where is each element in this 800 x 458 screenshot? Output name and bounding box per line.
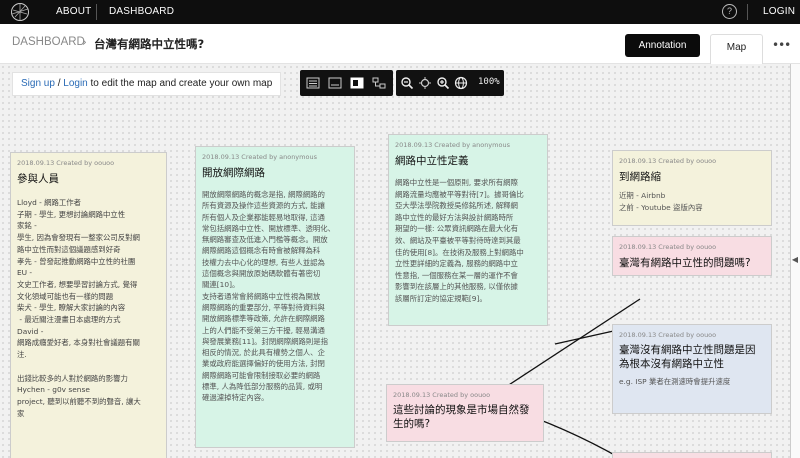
more-icon[interactable]: •••: [772, 38, 791, 52]
card-market-question[interactable]: 2018.09.13 Created by oouoo 這些討論的現象是市場自然…: [386, 384, 544, 442]
globe-icon[interactable]: [454, 76, 468, 90]
card-net-neutrality-definition[interactable]: 2018.09.13 Created by anonymous 網路中立性定義 …: [388, 134, 548, 326]
card-icon[interactable]: [328, 76, 342, 90]
card-title: 開放網際網路: [202, 167, 265, 179]
zoom-toolbar: 100%: [396, 70, 504, 96]
card-meta: 2018.09.13 Created by oouoo: [619, 331, 717, 339]
help-icon[interactable]: ?: [722, 4, 737, 19]
annotation-button[interactable]: Annotation: [625, 34, 700, 57]
card-meta: 2018.09.13 Created by oouoo: [393, 391, 491, 399]
nav-dashboard[interactable]: DASHBOARD: [109, 6, 174, 17]
nav-login[interactable]: LOGIN: [763, 6, 795, 17]
card-title: 臺灣有網路中立性的問題嗎?: [619, 257, 751, 269]
nav-divider: [96, 4, 97, 20]
card-body: Lloyd - 網路工作者 子期 - 學生, 更想討論網路中立性 家銘 - 學生…: [17, 198, 141, 418]
card-open-internet[interactable]: 2018.09.13 Created by anonymous 開放網際網路 開…: [195, 146, 355, 448]
page-title: 台灣有網路中立性嗎?: [94, 37, 205, 51]
card-meta: 2018.09.13 Created by oouoo: [619, 157, 717, 165]
breadcrumb-dashboard[interactable]: DASHBOARD: [12, 36, 85, 48]
signup-slash: /: [54, 78, 64, 89]
card-meta: 2018.09.13 Created by oouoo: [17, 159, 115, 167]
map-canvas[interactable]: Sign up / Login to edit the map and crea…: [0, 64, 790, 458]
nav-about[interactable]: ABOUT: [56, 6, 91, 17]
view-toolbar: [300, 70, 393, 96]
card-body: 網路中立性是一個原則, 要求所有網際 網路流量均應被平等對待[7]。據哥倫比 亞…: [395, 178, 524, 303]
card-title: 這些討論的現象是市場自然發 生的嗎?: [393, 404, 530, 430]
zoom-in-icon[interactable]: [436, 76, 450, 90]
zoom-out-icon[interactable]: [400, 76, 414, 90]
signup-link[interactable]: Sign up: [21, 78, 55, 89]
g0v-logo-icon[interactable]: [10, 2, 30, 22]
card-title: 網路中立性定義: [395, 155, 469, 167]
card-taiwan-no-neutrality[interactable]: 2018.09.13 Created by oouoo 臺灣沒有網路中立性問題是…: [612, 324, 772, 414]
card-title: 到網路縮: [619, 171, 661, 183]
zoom-level: 100%: [478, 77, 500, 87]
signup-text: to edit the map and create your own map: [87, 78, 273, 89]
header-bar: DASHBOARD › 台灣有網路中立性嗎? Annotation Map ••…: [0, 24, 800, 64]
chevron-left-icon[interactable]: ◀: [790, 255, 800, 264]
tab-map[interactable]: Map: [710, 34, 763, 64]
card-partial[interactable]: [612, 452, 772, 458]
tree-icon[interactable]: [372, 76, 386, 90]
card-body: 開放網際網路的概念是指, 網際網路的 所有資源及操作這些資源的方式, 能讓 所有…: [202, 190, 336, 403]
card-taiwan-question[interactable]: 2018.09.13 Created by oouoo 臺灣有網路中立性的問題嗎…: [612, 236, 772, 276]
card-meta: 2018.09.13 Created by anonymous: [202, 153, 317, 161]
top-nav: ABOUT DASHBOARD ? LOGIN: [0, 0, 800, 24]
card-title: 參與人員: [17, 173, 59, 185]
card-body: 近期 - Airbnb 之前 - Youtube 盜版內容: [619, 191, 703, 212]
chevron-right-icon: ›: [82, 35, 87, 49]
signup-banner: Sign up / Login to edit the map and crea…: [12, 72, 282, 96]
login-link[interactable]: Login: [63, 78, 87, 89]
card-participants[interactable]: 2018.09.13 Created by oouoo 參與人員 Lloyd -…: [10, 152, 167, 458]
card-meta: 2018.09.13 Created by oouoo: [619, 243, 717, 251]
card-body: e.g. ISP 業者在測速時會提升速度: [619, 377, 731, 386]
list-icon[interactable]: [306, 76, 320, 90]
locate-icon[interactable]: [418, 76, 432, 90]
card-title: 臺灣沒有網路中立性問題是因 為根本沒有網路中立性: [619, 344, 756, 370]
document-icon[interactable]: [350, 76, 364, 90]
nav-divider: [747, 4, 748, 20]
card-meta: 2018.09.13 Created by anonymous: [395, 141, 510, 149]
edge-line: [554, 329, 619, 345]
card-network-examples[interactable]: 2018.09.13 Created by oouoo 到網路縮 近期 - Ai…: [612, 150, 772, 226]
